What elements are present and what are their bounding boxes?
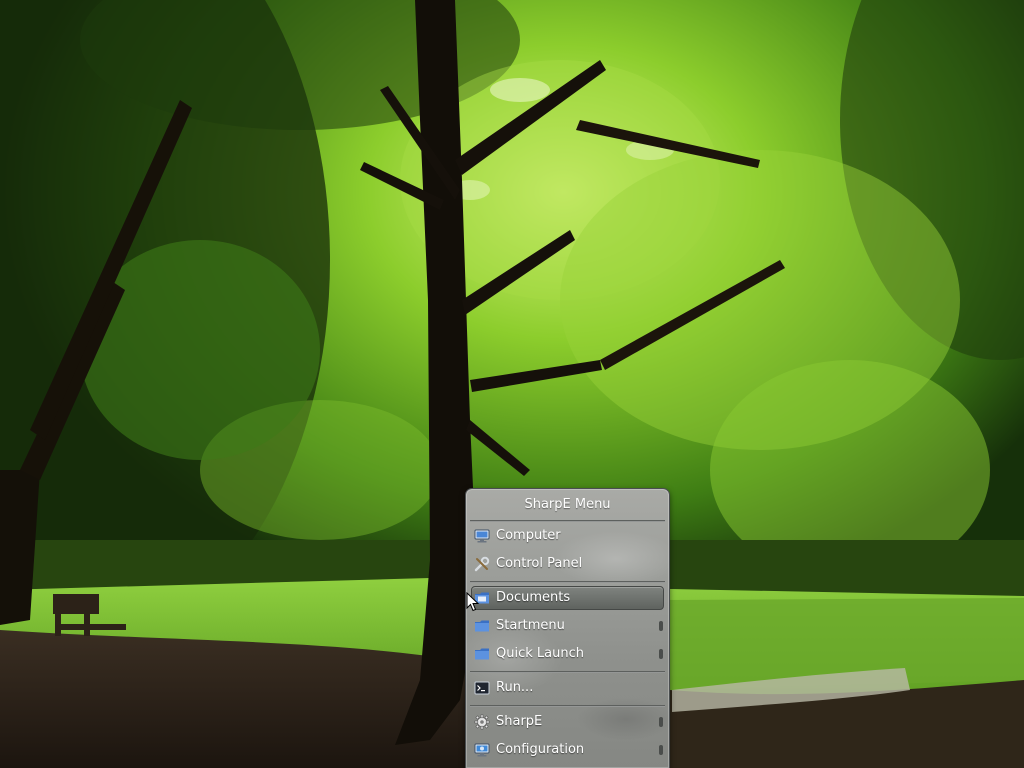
submenu-indicator bbox=[659, 621, 663, 631]
menu-separator bbox=[470, 581, 665, 583]
menu-item-startmenu[interactable]: Startmenu bbox=[471, 614, 664, 638]
mouse-cursor-icon bbox=[466, 592, 480, 612]
menu-item-label: Documents bbox=[496, 590, 571, 605]
gear-icon bbox=[474, 714, 490, 730]
menu-separator bbox=[470, 671, 665, 673]
menu-item-label: Quick Launch bbox=[496, 646, 584, 661]
menu-item-configuration[interactable]: Configuration bbox=[471, 738, 664, 762]
menu-separator bbox=[470, 705, 665, 707]
sharpe-menu: SharpE Menu Computer Control Panel Docum… bbox=[465, 488, 670, 768]
submenu-indicator bbox=[659, 745, 663, 755]
menu-item-label: SharpE bbox=[496, 714, 543, 729]
menu-item-label: Computer bbox=[496, 528, 561, 543]
menu-item-label: Control Panel bbox=[496, 556, 583, 571]
tools-icon bbox=[474, 556, 490, 572]
menu-item-label: Run... bbox=[496, 680, 534, 695]
menu-separator bbox=[470, 520, 665, 522]
menu-item-documents[interactable]: Documents bbox=[471, 586, 664, 610]
menu-item-computer[interactable]: Computer bbox=[471, 524, 664, 548]
monitor-settings-icon bbox=[474, 743, 490, 757]
menu-title: SharpE Menu bbox=[524, 497, 611, 512]
folder-icon bbox=[475, 648, 489, 660]
submenu-indicator bbox=[659, 649, 663, 659]
menu-item-quick-launch[interactable]: Quick Launch bbox=[471, 642, 664, 666]
menu-item-control-panel[interactable]: Control Panel bbox=[471, 552, 664, 576]
menu-item-sharpe[interactable]: SharpE bbox=[471, 710, 664, 734]
submenu-indicator bbox=[659, 717, 663, 727]
menu-item-run[interactable]: Run... bbox=[471, 676, 664, 700]
menu-item-label: Configuration bbox=[496, 742, 585, 757]
menu-item-label: Startmenu bbox=[496, 618, 565, 633]
terminal-icon bbox=[474, 681, 490, 695]
computer-icon bbox=[474, 529, 490, 543]
folder-icon bbox=[475, 620, 489, 632]
